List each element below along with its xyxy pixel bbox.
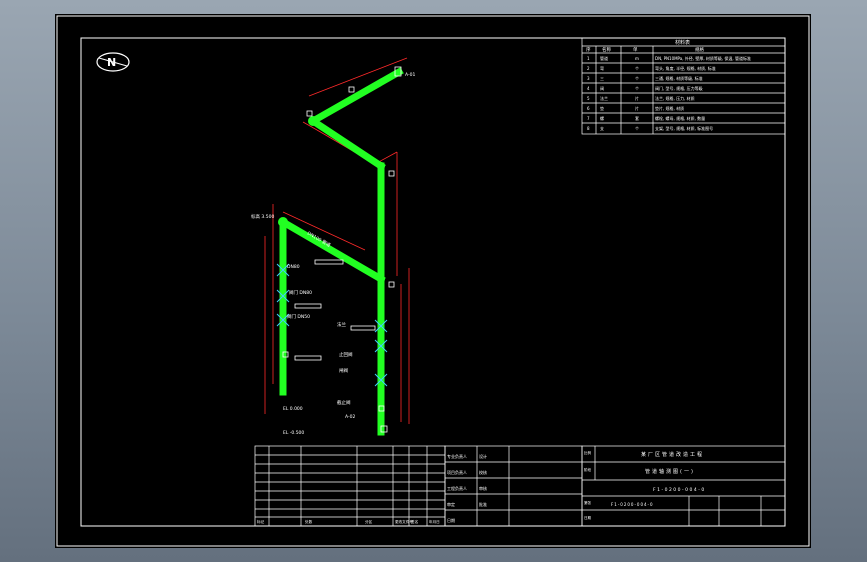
legend-cell: 7	[587, 116, 590, 121]
legend-cell: 1	[587, 56, 590, 61]
legend-cell: 螺栓, 螺母, 规格, 材质, 数量	[655, 115, 705, 121]
legend-cell: 4	[587, 86, 590, 91]
legend-cell: 管道	[600, 55, 608, 61]
pipe-runs	[278, 67, 404, 436]
north-label: N	[107, 56, 116, 69]
annotation-label: 阀门 DN50	[287, 313, 310, 320]
legend-cell: 弯头, 角度, 半径, 规格, 材质, 标准	[655, 65, 716, 71]
legend-header: 单	[633, 46, 638, 53]
drawing-number: F1-0200-004-0	[653, 487, 706, 493]
revision-label: 处数	[305, 519, 313, 524]
legend-cell: 8	[587, 126, 590, 131]
approval-label: 设计	[479, 453, 487, 459]
legend-cell: 三通, 规格, 材质等级, 标准	[655, 75, 703, 81]
legend-header: 名称	[602, 46, 611, 53]
north-arrow-icon: N	[96, 52, 130, 72]
title-grid	[581, 445, 786, 527]
valve-symbols	[276, 263, 388, 387]
approval-label: 校核	[479, 469, 487, 475]
revision-grid	[254, 445, 446, 527]
dimension-lines	[264, 57, 410, 424]
annotation-label: 截止阀	[337, 399, 351, 406]
annotation-label: 止回阀	[339, 351, 353, 358]
approval-labels: 专业负责人项目负责人工程负责人审定日期 设计校核审核批准	[447, 453, 487, 523]
legend-cell: 片	[635, 105, 639, 111]
legend-cell: 三	[600, 76, 604, 81]
legend-cell: 个	[635, 86, 639, 91]
legend-cell: 6	[587, 106, 590, 111]
legend-cell: 弯	[600, 65, 604, 71]
label-scale: 比例	[584, 450, 592, 455]
legend-cell: 个	[635, 76, 639, 81]
approval-label: 工程负责人	[447, 485, 467, 491]
legend-cell: 法兰	[600, 95, 608, 101]
revision-label: 签名	[411, 519, 419, 524]
legend-cell: 2	[587, 66, 590, 71]
revision-label: 分区	[365, 519, 373, 524]
label-stage: 阶段	[584, 467, 592, 472]
annotation-label: DN80	[287, 264, 300, 270]
legend-cell: 片	[635, 95, 639, 101]
annotation-label: EL -0.500	[283, 430, 304, 436]
outer-border	[56, 15, 810, 547]
annotation-label: 标高 3.500	[251, 213, 274, 220]
cad-canvas: N 标高 3.500 DN100 管道 DN80 阀门 DN80 阀门 DN50…	[56, 15, 810, 547]
legend-cell: 个	[635, 66, 639, 71]
legend-cell: 个	[635, 126, 639, 131]
approval-label: 批准	[479, 501, 487, 507]
approval-label: 日期	[447, 517, 455, 523]
legend-cell: 支架, 型号, 规格, 材质, 标准图号	[655, 125, 713, 131]
legend-cell: 阀门, 型号, 规格, 压力等级	[655, 85, 703, 91]
approval-label: 审定	[447, 501, 455, 507]
label-sheet: 第张	[584, 500, 592, 505]
annotation-label: A-01	[405, 72, 415, 78]
legend-cell: m	[635, 56, 639, 61]
revision-label: 标记	[257, 519, 265, 524]
annotation-label: 法兰	[337, 321, 346, 328]
approval-label: 项目负责人	[447, 469, 467, 475]
legend-header: 规格	[695, 46, 704, 53]
annotation-label: 阀门 DN80	[289, 289, 312, 296]
drawing-name: 管道轴测图(一)	[645, 468, 695, 475]
legend-cell: 支	[600, 125, 604, 131]
legend-cell: 阀	[600, 85, 604, 91]
drawing-number-short: F1-0200-004-0	[611, 502, 654, 507]
legend-headers: 序 名称 单 规格	[586, 46, 704, 53]
annotation-label: EL 0.000	[283, 406, 303, 412]
pipe-nodes	[278, 116, 385, 283]
approval-label: 审核	[479, 485, 487, 491]
approval-label: 专业负责人	[447, 453, 467, 459]
project-title: 某厂区管道改造工程	[641, 451, 704, 458]
legend-cell: 法兰, 规格, 压力, 材质	[655, 95, 695, 101]
legend-cell: 3	[587, 76, 590, 81]
legend-cell: 螺	[600, 115, 604, 121]
legend-cell: 5	[587, 96, 590, 101]
label-date: 日期	[584, 515, 592, 520]
drawing-sheet: N 标高 3.500 DN100 管道 DN80 阀门 DN80 阀门 DN50…	[55, 14, 811, 548]
revision-label: 年月日	[429, 519, 440, 524]
legend-title: 材料表	[675, 39, 690, 46]
legend-cell: 垫	[600, 105, 604, 111]
legend-cell: 垫片, 规格, 材质	[655, 105, 684, 111]
legend-header: 序	[586, 46, 591, 53]
annotation-label: 闸阀	[339, 367, 348, 374]
legend-cell: DN, PN10MPa, 外径, 壁厚, 材质等级, 保温, 管道标准	[655, 55, 751, 61]
revision-labels: 标记 处数 分区 更改文件号签名 年月日	[257, 519, 440, 524]
annotation-label: A-02	[345, 414, 355, 420]
legend-cell: 套	[635, 115, 639, 121]
